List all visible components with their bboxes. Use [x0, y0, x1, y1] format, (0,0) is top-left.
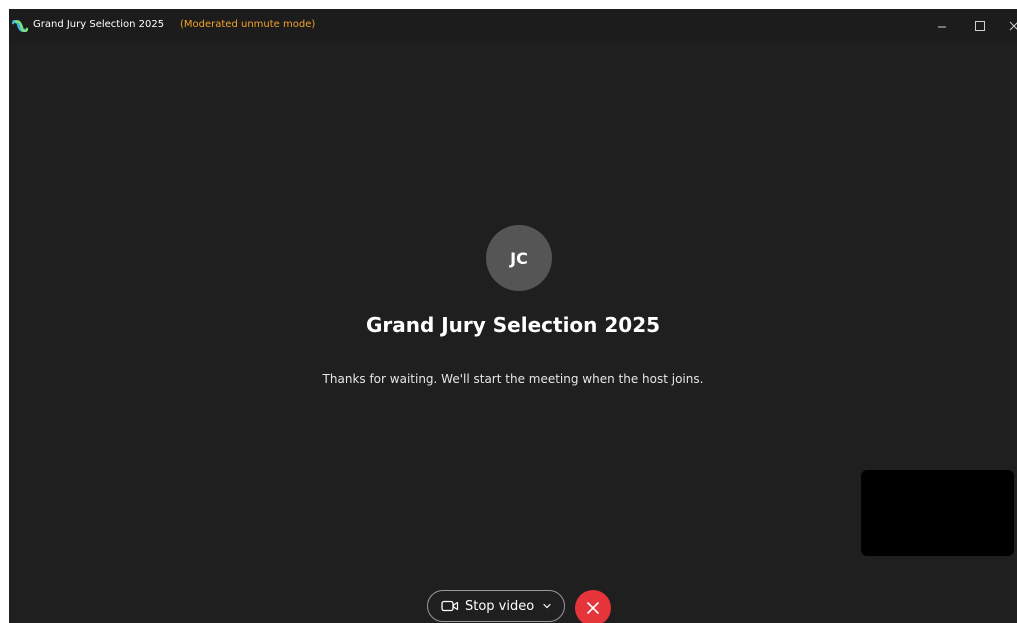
stop-video-button[interactable]: Stop video: [427, 590, 565, 622]
avatar-initials: JC: [510, 248, 528, 268]
meeting-title: Grand Jury Selection 2025: [365, 313, 661, 337]
maximize-button[interactable]: [971, 17, 989, 35]
avatar: JC: [486, 225, 552, 291]
meeting-stage: JC Grand Jury Selection 2025 Thanks for …: [9, 43, 1017, 623]
app-window: Grand Jury Selection 2025 (Moderated unm…: [9, 9, 1017, 623]
self-view-preview[interactable]: [861, 470, 1014, 556]
webex-logo-icon: [12, 20, 28, 32]
maximize-icon: [975, 21, 985, 31]
close-icon: [587, 602, 599, 614]
close-window-button[interactable]: [1005, 17, 1017, 35]
video-camera-icon: [441, 600, 459, 612]
minimize-icon: [938, 26, 946, 28]
waiting-message: Thanks for waiting. We'll start the meet…: [322, 372, 704, 386]
title-bar: Grand Jury Selection 2025 (Moderated unm…: [9, 9, 1017, 43]
minimize-button[interactable]: [933, 17, 951, 35]
stop-video-label: Stop video: [465, 598, 535, 614]
leave-meeting-button[interactable]: [575, 590, 611, 623]
close-icon: [1009, 21, 1017, 31]
chevron-down-icon[interactable]: [542, 601, 552, 611]
window-title: Grand Jury Selection 2025: [33, 19, 165, 30]
moderated-mode-label: (Moderated unmute mode): [180, 19, 316, 30]
